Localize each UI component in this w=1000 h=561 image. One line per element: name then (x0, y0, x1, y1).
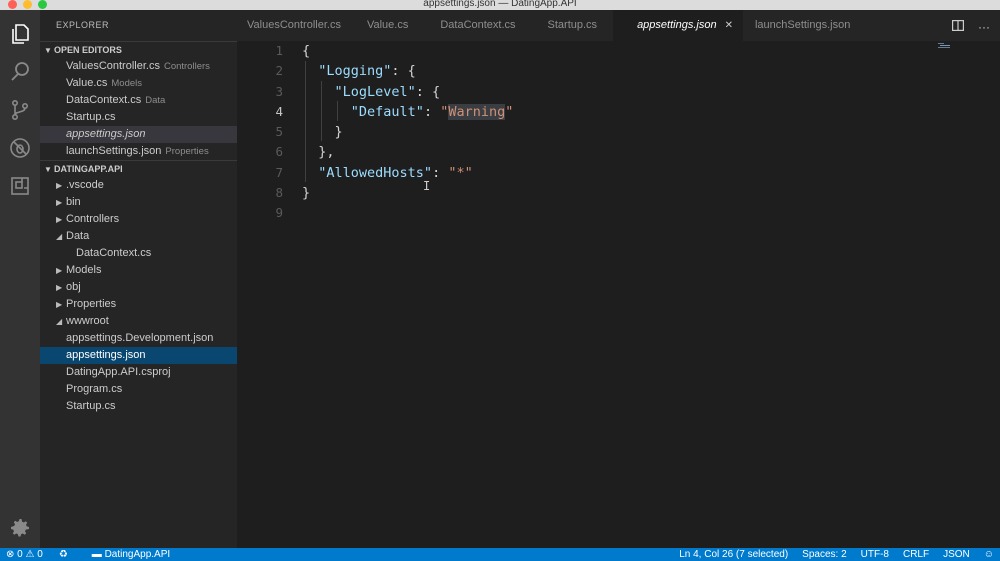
activity-bar (0, 10, 40, 548)
file-item[interactable]: Program.cs (40, 381, 237, 398)
code-editor[interactable]: 1 2 3 4 5 6 7 8 9 { "Logging": { "LogLev… (237, 41, 1000, 548)
line-number: 3 (275, 83, 283, 99)
folder-item[interactable]: ▶ Controllers (40, 211, 237, 228)
split-editor-icon[interactable] (952, 20, 965, 34)
language-mode[interactable]: JSON (943, 548, 970, 561)
chevron-right-icon: ▶ (56, 215, 63, 224)
line-number: 9 (275, 205, 283, 221)
file-item[interactable]: appsettings.Development.json (40, 330, 237, 347)
code-line-current: "Default": "Warning" (350, 103, 514, 120)
line-ending[interactable]: CRLF (903, 548, 929, 561)
source-control-icon[interactable] (8, 98, 32, 122)
folder-item[interactable]: ▶ .vscode (40, 177, 237, 194)
folder-status[interactable]: ▬ DatingApp.API (92, 548, 170, 561)
code-line: } (302, 185, 311, 202)
code-line: "AllowedHosts": "*" (318, 164, 473, 181)
tab-launchsettings[interactable]: launchSettings.json (743, 10, 862, 41)
project-section[interactable]: ▼ DATINGAPP.API (40, 160, 237, 177)
encoding[interactable]: UTF-8 (861, 548, 889, 561)
folder-item[interactable]: ▶ Models (40, 262, 237, 279)
folder-item[interactable]: ▶ Properties (40, 296, 237, 313)
open-editor-item-active[interactable]: appsettings.json (40, 126, 237, 143)
open-editor-item[interactable]: launchSettings.json Properties (40, 143, 237, 160)
folder-item-expanded[interactable]: ◢ Data (40, 228, 237, 245)
chevron-right-icon: ▶ (56, 181, 63, 190)
chevron-down-icon: ▼ (44, 46, 52, 55)
more-actions-icon[interactable]: ··· (978, 20, 990, 34)
status-left: ⊗ 0 ⚠ 0 ♻ ▬ DatingApp.API (6, 548, 170, 561)
open-editor-item[interactable]: DataContext.cs Data (40, 92, 237, 109)
explorer-icon[interactable] (8, 22, 32, 46)
tab-valuescontroller[interactable]: ValuesController.cs (237, 10, 351, 41)
chevron-right-icon: ▶ (56, 300, 63, 309)
file-item[interactable]: DataContext.cs (40, 245, 237, 262)
text-cursor-icon: I (423, 179, 431, 193)
code-line: "LogLevel": { (334, 83, 441, 100)
debug-icon[interactable] (8, 136, 32, 160)
search-icon[interactable] (8, 60, 32, 84)
line-number: 7 (275, 164, 283, 180)
sidebar-title: EXPLORER (56, 20, 110, 30)
chevron-down-icon: ◢ (56, 232, 63, 241)
line-number: 1 (275, 43, 283, 58)
line-number: 6 (275, 144, 283, 160)
title-bar: appsettings.json — DatingApp.API (0, 0, 1000, 10)
code-line: "Logging": { (318, 63, 416, 80)
file-item[interactable]: DatingApp.API.csproj (40, 364, 237, 381)
sync-icon[interactable]: ♻ (59, 548, 68, 561)
open-editors-section[interactable]: ▼ OPEN EDITORS (40, 41, 237, 58)
file-item[interactable]: Startup.cs (40, 398, 237, 415)
line-number: 2 (275, 63, 283, 79)
line-number-gutter: 1 2 3 4 5 6 7 8 9 (237, 41, 283, 224)
chevron-down-icon: ◢ (56, 317, 63, 326)
warning-icon: ⚠ (25, 549, 35, 560)
line-number-current: 4 (275, 103, 283, 119)
explorer-sidebar: EXPLORER ▼ OPEN EDITORS ValuesController.… (40, 10, 237, 548)
close-icon[interactable]: ✕ (725, 20, 733, 31)
folder-item-expanded[interactable]: ◢ wwwroot (40, 313, 237, 330)
line-number: 8 (275, 185, 283, 201)
open-editor-item[interactable]: ValuesController.cs Controllers (40, 58, 237, 75)
code-line: } (334, 124, 343, 141)
chevron-right-icon: ▶ (56, 266, 63, 275)
error-icon: ⊗ (6, 549, 15, 560)
feedback-icon[interactable]: ☺ (984, 548, 994, 561)
selected-text: Warning (448, 103, 506, 120)
folder-icon: ▬ (91, 549, 102, 560)
window-title: appsettings.json — DatingApp.API (423, 0, 577, 9)
code-line: { (302, 43, 311, 59)
gear-icon[interactable] (8, 516, 32, 540)
file-item-selected[interactable]: appsettings.json (40, 347, 237, 364)
editor-tabs: ValuesController.cs Value.cs DataContext… (237, 10, 1000, 41)
editor-actions: ··· (952, 20, 990, 34)
folder-item[interactable]: ▶ obj (40, 279, 237, 296)
chevron-right-icon: ▶ (56, 283, 63, 292)
tab-startup[interactable]: Startup.cs (532, 10, 614, 41)
cursor-position[interactable]: Ln 4, Col 26 (7 selected) (679, 548, 788, 561)
errors-status[interactable]: ⊗ 0 ⚠ 0 (6, 548, 43, 561)
folder-item[interactable]: ▶ bin (40, 194, 237, 211)
status-right: Ln 4, Col 26 (7 selected) Spaces: 2 UTF-… (679, 548, 994, 561)
chevron-down-icon: ▼ (44, 165, 52, 174)
status-bar: ⊗ 0 ⚠ 0 ♻ ▬ DatingApp.API Ln 4, Col 26 (… (0, 548, 1000, 561)
code-line: }, (318, 144, 335, 161)
code-content[interactable]: { "Logging": { "LogLevel": { "Default": … (302, 41, 513, 224)
open-editor-item[interactable]: Value.cs Models (40, 75, 237, 92)
tab-datacontext[interactable]: DataContext.cs (424, 10, 531, 41)
tab-appsettings[interactable]: appsettings.json ✕ (613, 10, 743, 41)
indentation[interactable]: Spaces: 2 (802, 548, 846, 561)
line-number: 5 (275, 124, 283, 140)
chevron-right-icon: ▶ (56, 198, 63, 207)
tab-value[interactable]: Value.cs (351, 10, 424, 41)
open-editor-item[interactable]: Startup.cs (40, 109, 237, 126)
extensions-icon[interactable] (8, 174, 32, 198)
minimap[interactable] (936, 41, 954, 55)
